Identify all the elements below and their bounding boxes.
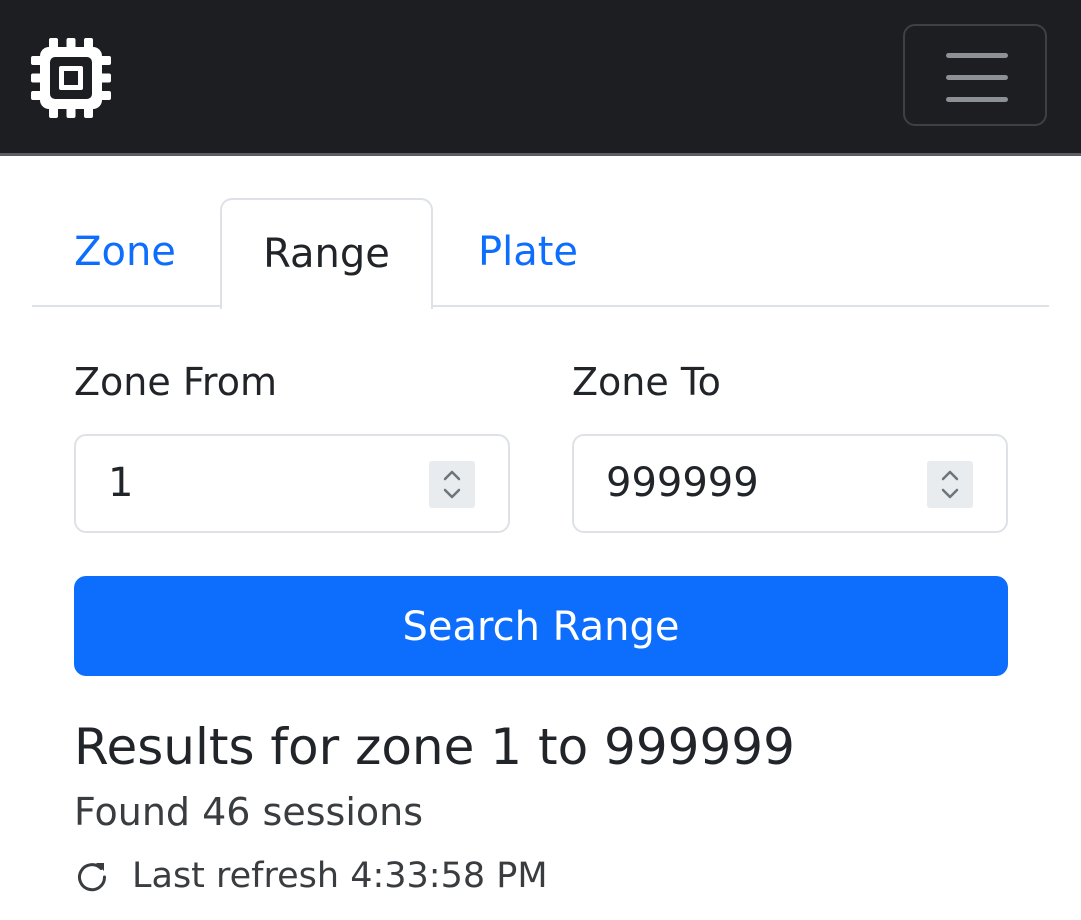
number-spinner-icon[interactable] (927, 461, 973, 508)
zone-to-value: 999999 (606, 460, 759, 506)
menu-toggle-button[interactable] (903, 24, 1047, 126)
zone-from-value: 1 (108, 460, 134, 506)
navbar (0, 0, 1081, 156)
results-count: Found 46 sessions (74, 790, 424, 834)
hamburger-menu-icon (946, 53, 1008, 58)
number-spinner-icon[interactable] (429, 461, 475, 508)
zone-from-label: Zone From (74, 360, 277, 404)
results-title: Results for zone 1 to 999999 (74, 718, 795, 776)
zone-to-label: Zone To (572, 360, 721, 404)
zone-from-input[interactable]: 1 (74, 434, 510, 533)
tab-plate[interactable]: Plate (433, 198, 623, 307)
cpu-chip-icon[interactable] (31, 38, 111, 118)
zone-to-input[interactable]: 999999 (572, 434, 1008, 533)
tab-zone[interactable]: Zone (32, 198, 218, 307)
search-range-button[interactable]: Search Range (74, 576, 1008, 676)
search-tabs: Zone Range Plate (32, 198, 1049, 309)
tab-range[interactable]: Range (220, 198, 433, 309)
last-refresh-text: Last refresh 4:33:58 PM (132, 856, 548, 896)
refresh-icon[interactable] (74, 859, 110, 895)
